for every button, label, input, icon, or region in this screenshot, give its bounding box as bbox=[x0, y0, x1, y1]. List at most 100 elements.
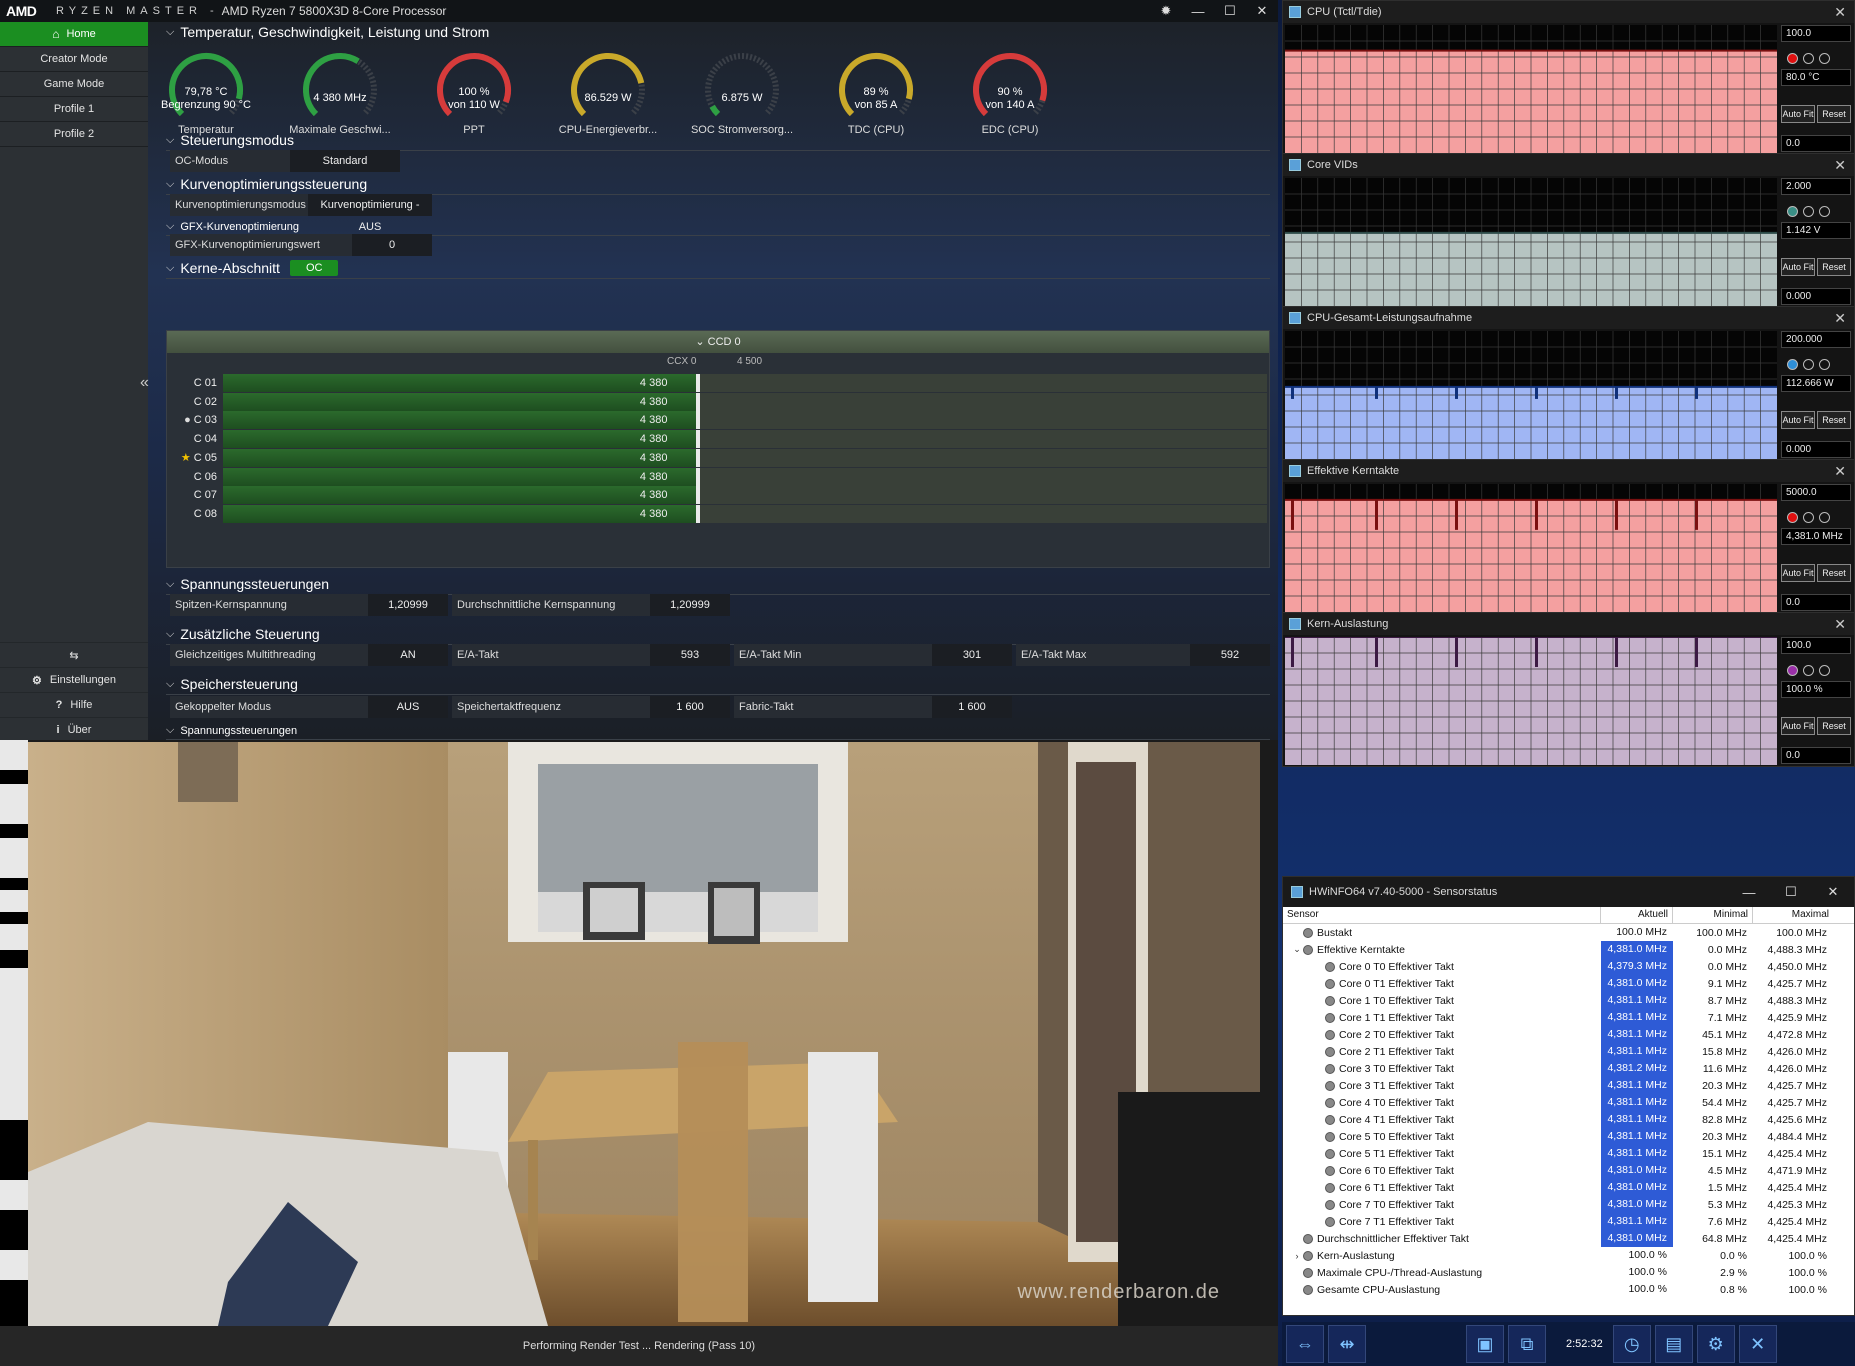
core-bar-track[interactable]: 4 380 bbox=[223, 504, 1267, 523]
col-sensor[interactable]: Sensor bbox=[1283, 907, 1601, 923]
reset-button[interactable]: Reset bbox=[1817, 105, 1851, 123]
sensor-row[interactable]: Core 5 T0 Effektiver Takt 4,381.1 MHz 20.3… bbox=[1283, 1128, 1854, 1145]
sensor-row[interactable]: Durchschnittlicher Effektiver Takt 4,381.… bbox=[1283, 1230, 1854, 1247]
sensor-row[interactable]: Core 7 T0 Effektiver Takt 4,381.0 MHz 5.3 … bbox=[1283, 1196, 1854, 1213]
auto-fit-button[interactable]: Auto Fit bbox=[1781, 564, 1815, 582]
core-row[interactable]: C 06 4 380 bbox=[167, 467, 1271, 487]
core-row[interactable]: C 01 4 380 bbox=[167, 373, 1271, 393]
collapse-sidebar-icon[interactable]: « bbox=[140, 374, 149, 392]
color-dot-active[interactable] bbox=[1787, 359, 1798, 370]
core-slider-handle[interactable] bbox=[695, 411, 700, 430]
core-bar-track[interactable]: 4 380 bbox=[223, 411, 1267, 430]
color-dot[interactable] bbox=[1803, 206, 1814, 217]
sensor-title-bar[interactable]: HWiNFO64 v7.40-5000 - Sensorstatus — ☐ ✕ bbox=[1283, 877, 1854, 907]
auto-fit-button[interactable]: Auto Fit bbox=[1781, 717, 1815, 735]
sensor-row[interactable]: › Kern-Auslastung 100.0 % 0.0 % 100.0 % bbox=[1283, 1247, 1854, 1264]
sensor-row[interactable]: Core 2 T0 Effektiver Takt 4,381.1 MHz 45.1… bbox=[1283, 1026, 1854, 1043]
close-icon[interactable]: ✕ bbox=[1834, 4, 1846, 21]
sidebar-item-einstellungen[interactable]: ⚙ Einstellungen bbox=[0, 667, 148, 692]
sensor-row[interactable]: Core 7 T1 Effektiver Takt 4,381.1 MHz 7.6 … bbox=[1283, 1213, 1854, 1230]
sidebar-item-hilfe[interactable]: ? Hilfe bbox=[0, 692, 148, 717]
core-bar-track[interactable]: 4 380 bbox=[223, 374, 1267, 392]
section-temp[interactable]: ⌵ Temperatur, Geschwindigkeit, Leistung u… bbox=[166, 24, 1266, 40]
io-clock-max-field[interactable]: E/A-Takt Max 592 bbox=[1016, 644, 1270, 666]
core-bar-track[interactable]: 4 380 bbox=[223, 467, 1267, 486]
sensor-row[interactable]: Core 4 T0 Effektiver Takt 4,381.1 MHz 54.4… bbox=[1283, 1094, 1854, 1111]
reset-button[interactable]: Reset bbox=[1817, 258, 1851, 276]
graph-title-bar[interactable]: CPU (Tctl/Tdie) ✕ bbox=[1283, 1, 1854, 23]
core-bar-track[interactable]: 4 380 bbox=[223, 486, 1267, 505]
sensor-row[interactable]: Core 6 T1 Effektiver Takt 4,381.0 MHz 1.5 … bbox=[1283, 1179, 1854, 1196]
core-slider-handle[interactable] bbox=[695, 504, 700, 523]
close-button[interactable]: ✕ bbox=[1812, 877, 1854, 907]
color-dot[interactable] bbox=[1803, 359, 1814, 370]
curve-mode-field[interactable]: Kurvenoptimierungsmodus Kurvenoptimierung… bbox=[170, 194, 432, 233]
core-row[interactable]: C 04 4 380 bbox=[167, 429, 1271, 449]
graph-title-bar[interactable]: CPU-Gesamt-Leistungsaufnahme ✕ bbox=[1283, 307, 1854, 329]
graph-title-bar[interactable]: Effektive Kerntakte ✕ bbox=[1283, 460, 1854, 482]
minimize-button[interactable]: — bbox=[1182, 0, 1214, 22]
section-voltage-2[interactable]: ⌵ Spannungssteuerungen bbox=[166, 724, 1270, 740]
fabric-clock-field[interactable]: Fabric-Takt 1 600 bbox=[734, 696, 1012, 718]
reset-button[interactable]: Reset bbox=[1817, 564, 1851, 582]
sidebar-item-home[interactable]: ⌂ Home bbox=[0, 22, 148, 47]
core-bar-track[interactable]: 4 380 bbox=[223, 392, 1267, 411]
expand-chevron-icon[interactable]: ⌄ bbox=[1291, 944, 1303, 955]
compare-icon[interactable]: ⇆ bbox=[0, 642, 148, 667]
maximize-button[interactable]: ☐ bbox=[1770, 877, 1812, 907]
graph-title-bar[interactable]: Core VIDs ✕ bbox=[1283, 154, 1854, 176]
auto-fit-button[interactable]: Auto Fit bbox=[1781, 411, 1815, 429]
sensor-row[interactable]: Bustakt 100.0 MHz 100.0 MHz 100.0 MHz bbox=[1283, 924, 1854, 941]
monitor-icon[interactable]: ▣ bbox=[1466, 1325, 1504, 1363]
oc-mode-field[interactable]: OC-Modus Standard bbox=[170, 150, 400, 172]
section-cores[interactable]: ⌵ Kerne-Abschnitt OC bbox=[166, 260, 1270, 279]
auto-fit-button[interactable]: Auto Fit bbox=[1781, 105, 1815, 123]
sensor-row[interactable]: Core 2 T1 Effektiver Takt 4,381.1 MHz 15.8… bbox=[1283, 1043, 1854, 1060]
collapse-arrows-icon[interactable]: ⇹ bbox=[1328, 1325, 1366, 1363]
sensor-row[interactable]: Core 0 T1 Effektiver Takt 4,381.0 MHz 9.1 … bbox=[1283, 975, 1854, 992]
reset-button[interactable]: Reset bbox=[1817, 411, 1851, 429]
settings-icon[interactable]: ⚙ bbox=[1696, 1325, 1735, 1363]
title-bar[interactable]: AMD RYZEN MASTER - AMD Ryzen 7 5800X3D 8… bbox=[0, 0, 1278, 22]
color-dot[interactable] bbox=[1819, 359, 1830, 370]
network-icon[interactable]: ⧉ bbox=[1508, 1325, 1546, 1363]
close-icon[interactable]: ✕ bbox=[1834, 157, 1846, 174]
report-icon[interactable]: ▤ bbox=[1654, 1325, 1693, 1363]
sensor-row[interactable]: Gesamte CPU-Auslastung 100.0 % 0.8 % 100.0 … bbox=[1283, 1281, 1854, 1298]
color-dot[interactable] bbox=[1819, 206, 1830, 217]
close-icon[interactable]: ✕ bbox=[1834, 463, 1846, 480]
bug-icon[interactable]: ✹ bbox=[1150, 0, 1182, 22]
close-button[interactable]: ✕ bbox=[1246, 0, 1278, 22]
color-dot-active[interactable] bbox=[1787, 665, 1798, 676]
mem-clock-field[interactable]: Speichertaktfrequenz 1 600 bbox=[452, 696, 730, 718]
sensor-row[interactable]: Core 3 T0 Effektiver Takt 4,381.2 MHz 11.6… bbox=[1283, 1060, 1854, 1077]
core-row[interactable]: ● C 03 4 380 bbox=[167, 410, 1271, 430]
graph-title-bar[interactable]: Kern-Auslastung ✕ bbox=[1283, 613, 1854, 635]
core-slider-handle[interactable] bbox=[695, 430, 700, 449]
core-row[interactable]: ★ C 05 4 380 bbox=[167, 448, 1271, 468]
maximize-button[interactable]: ☐ bbox=[1214, 0, 1246, 22]
core-slider-handle[interactable] bbox=[695, 392, 700, 411]
section-extra[interactable]: ⌵ Zusätzliche Steuerung bbox=[166, 626, 1270, 645]
core-row[interactable]: C 02 4 380 bbox=[167, 392, 1271, 412]
section-voltage[interactable]: ⌵ Spannungssteuerungen bbox=[166, 576, 1270, 595]
sidebar-item-ueber[interactable]: i Über bbox=[0, 717, 148, 740]
section-memory[interactable]: ⌵ Speichersteuerung bbox=[166, 676, 1270, 695]
sensor-row[interactable]: Maximale CPU-/Thread-Auslastung 100.0 % 2.… bbox=[1283, 1264, 1854, 1281]
core-row[interactable]: C 08 4 380 bbox=[167, 504, 1271, 524]
minimize-button[interactable]: — bbox=[1728, 877, 1770, 907]
core-slider-handle[interactable] bbox=[695, 374, 700, 392]
sensor-row[interactable]: Core 1 T0 Effektiver Takt 4,381.1 MHz 8.7 … bbox=[1283, 992, 1854, 1009]
section-gfx[interactable]: ⌵ GFX-Kurvenoptimierung bbox=[166, 220, 1270, 236]
sensor-row[interactable]: Core 1 T1 Effektiver Takt 4,381.1 MHz 7.1 … bbox=[1283, 1009, 1854, 1026]
core-slider-handle[interactable] bbox=[695, 448, 700, 467]
sensor-row[interactable]: Core 4 T1 Effektiver Takt 4,381.1 MHz 82.8… bbox=[1283, 1111, 1854, 1128]
io-clock-min-field[interactable]: E/A-Takt Min 301 bbox=[734, 644, 1012, 666]
core-slider-handle[interactable] bbox=[695, 467, 700, 486]
color-dot[interactable] bbox=[1803, 512, 1814, 523]
clock-icon[interactable]: ◷ bbox=[1612, 1325, 1651, 1363]
color-dot-active[interactable] bbox=[1787, 53, 1798, 64]
sensor-row[interactable]: Core 6 T0 Effektiver Takt 4,381.0 MHz 4.5 … bbox=[1283, 1162, 1854, 1179]
close-icon[interactable]: ✕ bbox=[1834, 616, 1846, 633]
sidebar-item-game-mode[interactable]: Game Mode bbox=[0, 72, 148, 97]
